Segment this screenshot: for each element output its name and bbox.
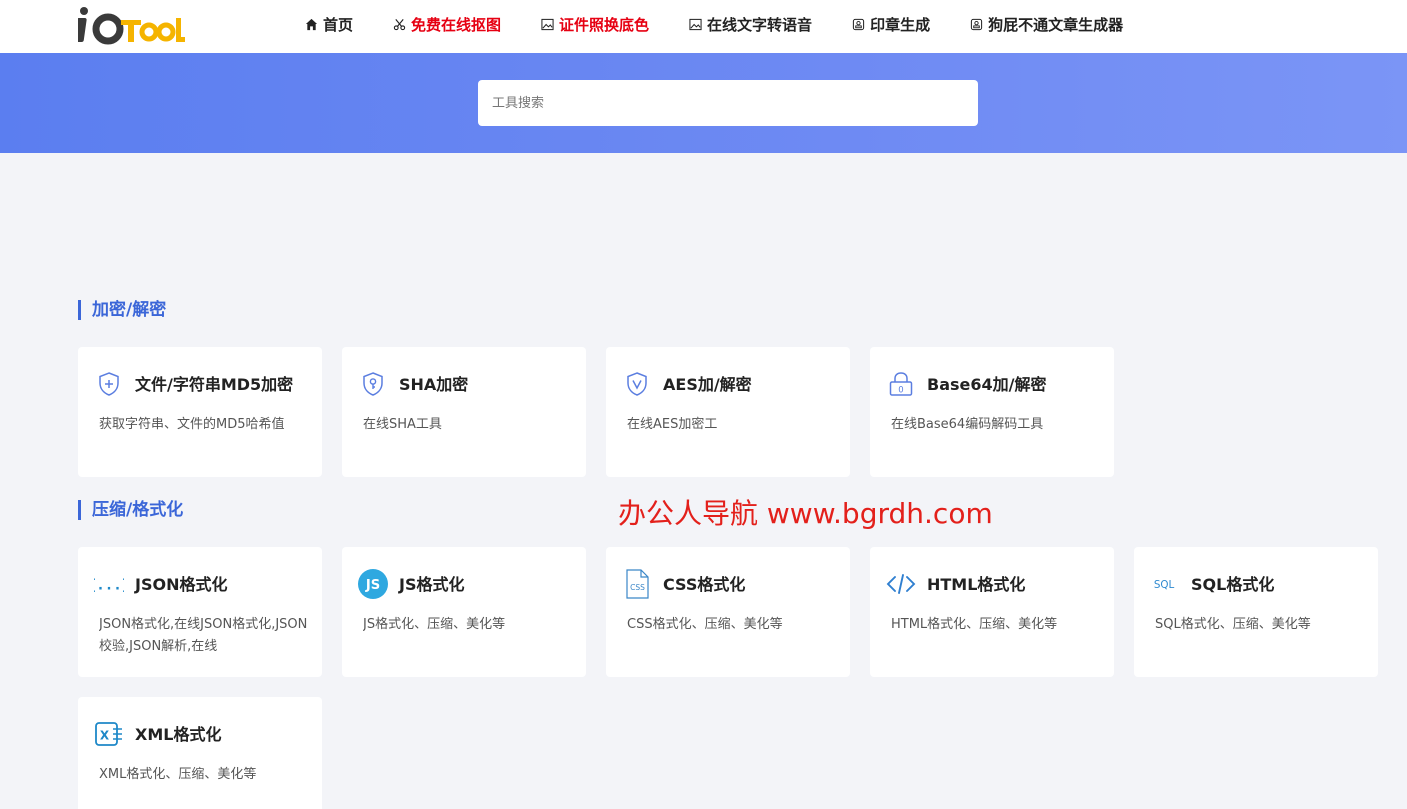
stamp-icon [970,18,983,30]
tool-card-desc: 在线AES加密工 [627,417,718,432]
json-icon: {...} [94,569,124,599]
nav-item-stamp[interactable]: 印章生成 [852,14,930,35]
tool-card-desc: JSON格式化,在线JSON格式化,JSON校验,JSON解析,在线 [99,617,308,654]
svg-text:SQL: SQL [1154,579,1175,591]
tool-card-title: SHA加密 [399,375,469,394]
watermark-text: 办公人导航 www.bgrdh.com [618,497,993,530]
nav-item-label: 证件照换底色 [559,15,650,34]
nav-item-cutout[interactable]: 免费在线抠图 [393,14,501,35]
stamp-icon [852,18,865,30]
nav-item-id-photo[interactable]: 证件照换底色 [541,14,649,35]
nav-item-label: 在线文字转语音 [707,15,813,34]
tool-card-html[interactable]: HTML格式化 HTML格式化、压缩、美化等 [870,547,1114,677]
tool-card-desc: XML格式化、压缩、美化等 [99,767,257,782]
xml-icon: X [94,719,124,749]
js-icon: JS [358,569,388,599]
nav-item-label: 免费在线抠图 [411,15,502,34]
tool-card-sql[interactable]: SQL SQL格式化 SQL格式化、压缩、美化等 [1134,547,1378,677]
scissors-icon [393,18,406,30]
tool-card-json[interactable]: {...} JSON格式化 JSON格式化,在线JSON格式化,JSON校验,J… [78,547,322,677]
tool-card-title: Base64加/解密 [927,375,1047,394]
tool-card-title: SQL格式化 [1191,575,1275,594]
tool-card-desc: HTML格式化、压缩、美化等 [891,617,1058,632]
tool-card-desc: 在线SHA工具 [363,417,442,432]
nav-item-label: 狗屁不通文章生成器 [988,15,1124,34]
logo-icon [73,7,185,45]
code-icon [886,569,916,599]
nav-item-article-generator[interactable]: 狗屁不通文章生成器 [970,14,1123,35]
svg-text:0: 0 [898,386,903,396]
tool-card-title: CSS格式化 [663,575,746,594]
shield-check-icon [622,369,652,399]
tool-card-desc: JS格式化、压缩、美化等 [363,617,506,632]
top-navbar: ioTool 首页 免费在线抠图 证件照换底色 在线文字转语音 印章生成 狗屁不… [0,0,1407,53]
nav-item-home[interactable]: 首页 [305,14,353,35]
tool-card-desc: CSS格式化、压缩、美化等 [627,617,783,632]
image-icon [689,18,702,30]
site-logo[interactable]: ioTool [73,3,186,45]
shield-plus-icon [94,369,124,399]
svg-text:CSS: CSS [630,583,645,592]
tool-card-title: AES加/解密 [663,375,752,394]
tool-card-desc: SQL格式化、压缩、美化等 [1155,617,1311,632]
tool-card-title: XML格式化 [135,725,222,744]
nav-item-label: 印章生成 [870,15,931,34]
svg-text:JS: JS [365,578,380,593]
tool-card-md5[interactable]: 文件/字符串MD5加密 获取字符串、文件的MD5哈希值 [78,347,322,477]
nav-item-tts[interactable]: 在线文字转语音 [689,14,812,35]
tool-card-aes[interactable]: AES加/解密 在线AES加密工 [606,347,850,477]
search-input[interactable] [478,80,978,126]
svg-text:{...}: {...} [94,577,124,593]
tool-card-js[interactable]: JS JS格式化 JS格式化、压缩、美化等 [342,547,586,677]
nav-item-label: 首页 [323,15,354,34]
css-file-icon: CSS [622,569,652,599]
tool-card-title: 文件/字符串MD5加密 [135,375,294,394]
tool-card-xml[interactable]: X XML格式化 XML格式化、压缩、美化等 [78,697,322,809]
svg-text:X: X [100,729,110,743]
main-nav: 首页 免费在线抠图 证件照换底色 在线文字转语音 印章生成 狗屁不通文章生成器 [305,0,1163,48]
sql-icon: SQL [1150,569,1180,599]
tool-card-sha[interactable]: SHA加密 在线SHA工具 [342,347,586,477]
tool-card-css[interactable]: CSS CSS格式化 CSS格式化、压缩、美化等 [606,547,850,677]
lock-icon: 0 [886,369,916,399]
image-icon [541,18,554,30]
home-icon [305,18,318,30]
tool-card-title: JSON格式化 [135,575,228,594]
tool-card-title: JS格式化 [399,575,465,594]
tool-card-base64[interactable]: 0 Base64加/解密 在线Base64编码解码工具 [870,347,1114,477]
tool-card-desc: 在线Base64编码解码工具 [891,417,1044,432]
shield-key-icon [358,369,388,399]
section-title-format: 压缩/格式化 [78,500,183,520]
tool-card-desc: 获取字符串、文件的MD5哈希值 [99,417,285,432]
tool-card-title: HTML格式化 [927,575,1026,594]
section-title-encryption: 加密/解密 [78,300,166,320]
search-banner [0,53,1407,153]
